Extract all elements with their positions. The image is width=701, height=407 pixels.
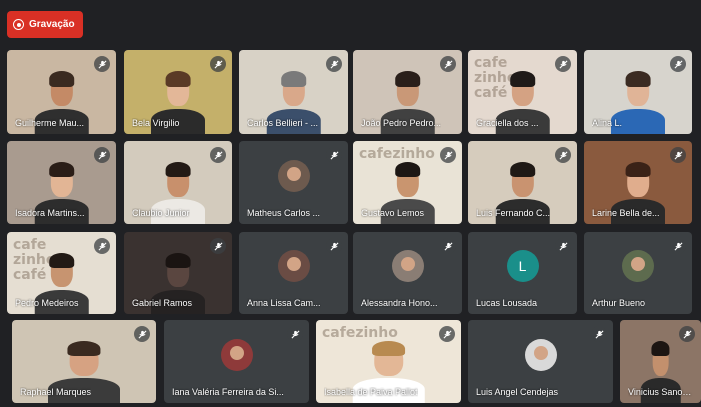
participant-tile[interactable]: Iana Valéria Ferreira da Si... xyxy=(164,320,309,403)
participant-tile[interactable]: Arthur Bueno xyxy=(584,232,692,314)
mic-off-icon xyxy=(555,147,571,163)
avatar xyxy=(277,250,310,283)
participant-tile[interactable]: Bela Virgilio xyxy=(124,50,232,134)
participant-name: Isabella de Paiva Pallot xyxy=(324,387,418,397)
mic-off-icon xyxy=(440,147,456,163)
mic-off-icon xyxy=(94,56,110,72)
participant-tile[interactable]: Luis Angel Cendejas xyxy=(468,320,613,403)
mic-off-icon xyxy=(679,326,695,342)
initial-avatar: L xyxy=(506,250,539,283)
participant-name: Luis Fernando C... xyxy=(476,208,551,218)
mic-off-icon xyxy=(555,238,571,254)
participant-tile[interactable]: Gabriel Ramos xyxy=(124,232,232,314)
mic-off-icon xyxy=(94,238,110,254)
mic-off-icon xyxy=(670,56,686,72)
participant-tile[interactable]: cafezinho Isabella de Paiva Pallot xyxy=(316,320,461,403)
participant-tile[interactable]: Isadora Martins... xyxy=(7,141,116,224)
participant-tile[interactable]: Carlos Bellieri - ... xyxy=(239,50,348,134)
avatar xyxy=(391,250,424,283)
participant-tile[interactable]: Raphael Marques xyxy=(12,320,156,403)
participant-name: Alessandra Hono... xyxy=(361,298,438,308)
participant-name: Matheus Carlos ... xyxy=(247,208,321,218)
participant-tile[interactable]: cafe zinho café Pedro Medeiros xyxy=(7,232,116,314)
mic-off-icon xyxy=(326,56,342,72)
participant-name: Luis Angel Cendejas xyxy=(476,387,559,397)
avatar xyxy=(622,250,654,283)
mic-off-icon xyxy=(670,238,686,254)
participant-name: Alina L. xyxy=(592,118,623,128)
mic-off-icon xyxy=(440,238,456,254)
avatar xyxy=(220,338,253,371)
participant-tile[interactable]: Guilherme Mau... xyxy=(7,50,116,134)
participant-name: Arthur Bueno xyxy=(592,298,646,308)
avatar xyxy=(277,159,310,192)
participant-tile[interactable]: Matheus Carlos ... xyxy=(239,141,348,224)
mic-off-icon xyxy=(591,326,607,342)
participant-name: Vinicius Sano A... xyxy=(628,387,693,397)
participant-name: Claubio Junior xyxy=(132,208,190,218)
mic-off-icon xyxy=(94,147,110,163)
participant-tile[interactable]: João Pedro Pedro... xyxy=(353,50,462,134)
participant-grid: Guilherme Mau... Bela Virgilio Carlos Bell… xyxy=(0,0,701,407)
avatar xyxy=(524,338,557,371)
mic-off-icon xyxy=(670,147,686,163)
participant-tile[interactable]: Alessandra Hono... xyxy=(353,232,462,314)
mic-off-icon xyxy=(440,56,456,72)
participant-name: Lucas Lousada xyxy=(476,298,538,308)
participant-name: Anna Lissa Cam... xyxy=(247,298,321,308)
recording-indicator[interactable]: Gravação xyxy=(7,11,83,38)
participant-name: Carlos Bellieri - ... xyxy=(247,118,319,128)
participant-tile[interactable]: Vinicius Sano A... xyxy=(620,320,701,403)
participant-name: Bela Virgilio xyxy=(132,118,180,128)
participant-tile[interactable]: Luis Fernando C... xyxy=(468,141,577,224)
participant-name: Isadora Martins... xyxy=(15,208,85,218)
mic-off-icon xyxy=(326,147,342,163)
participant-tile[interactable]: Anna Lissa Cam... xyxy=(239,232,348,314)
participant-name: João Pedro Pedro... xyxy=(361,118,442,128)
participant-name: Guilherme Mau... xyxy=(15,118,85,128)
participant-name: Larine Bella de... xyxy=(592,208,660,218)
mic-off-icon xyxy=(439,326,455,342)
participant-name: Iana Valéria Ferreira da Si... xyxy=(172,387,284,397)
participant-name: Gustavo Lemos xyxy=(361,208,425,218)
mic-off-icon xyxy=(210,238,226,254)
mic-off-icon xyxy=(287,326,303,342)
participant-name: Raphael Marques xyxy=(20,387,92,397)
participant-tile[interactable]: L Lucas Lousada xyxy=(468,232,577,314)
participant-name: Pedro Medeiros xyxy=(15,298,79,308)
participant-tile[interactable]: Larine Bella de... xyxy=(584,141,692,224)
participant-tile[interactable]: cafezinho Gustavo Lemos xyxy=(353,141,462,224)
participant-name: Gabriel Ramos xyxy=(132,298,193,308)
participant-tile[interactable]: Alina L. xyxy=(584,50,692,134)
recording-label: Gravação xyxy=(29,19,75,30)
mic-off-icon xyxy=(134,326,150,342)
mic-off-icon xyxy=(210,147,226,163)
mic-off-icon xyxy=(555,56,571,72)
participant-name: Graciella dos ... xyxy=(476,118,539,128)
mic-off-icon xyxy=(326,238,342,254)
participant-tile[interactable]: Claubio Junior xyxy=(124,141,232,224)
participant-tile[interactable]: cafe zinho café Graciella dos ... xyxy=(468,50,577,134)
avatar-initial: L xyxy=(518,258,527,275)
record-icon xyxy=(13,19,24,30)
mic-off-icon xyxy=(210,56,226,72)
